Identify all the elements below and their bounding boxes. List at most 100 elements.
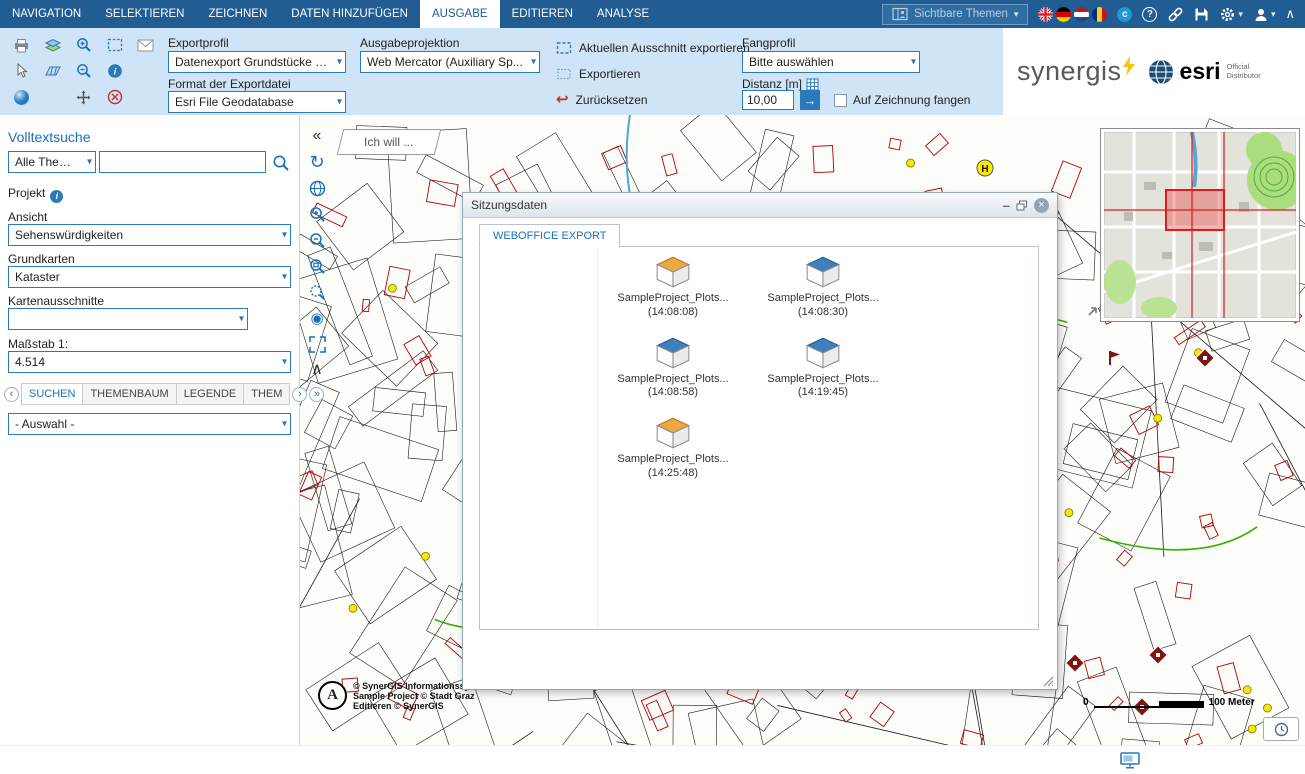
export-extent-button[interactable]: Aktuellen Ausschnitt exportieren	[556, 41, 750, 55]
flag-germany-icon[interactable]	[1056, 7, 1071, 22]
zoom-in-icon[interactable]	[307, 205, 327, 223]
search-icon[interactable]	[272, 154, 290, 172]
time-slider-button[interactable]	[1263, 717, 1299, 741]
help-icon[interactable]: ?	[1142, 7, 1157, 22]
file-name: SampleProject_Plots...	[617, 292, 728, 306]
reset-button[interactable]: ↩ Zurücksetzen	[556, 92, 648, 107]
map-extent-select[interactable]	[8, 308, 248, 330]
map-canvas[interactable]: H « ↻ ◉ ∧ Ich will ...	[300, 115, 1305, 745]
export-format-label: Format der Exportdatei	[168, 77, 291, 91]
projection-select[interactable]: Web Mercator (Auxiliary Sp...	[360, 51, 540, 73]
main-menu: NAVIGATION SELEKTIEREN ZEICHNEN DATEN HI…	[0, 0, 661, 28]
zoom-in-button[interactable]	[72, 34, 96, 56]
scale-track	[1094, 701, 1204, 708]
empty-slot	[134, 60, 158, 82]
resize-handle[interactable]	[1043, 676, 1054, 687]
flag-uk-icon[interactable]	[1038, 7, 1053, 22]
snap-drawing-label: Auf Zeichnung fangen	[853, 93, 970, 107]
esri-globe-icon	[1148, 59, 1174, 85]
print-button[interactable]	[10, 34, 34, 56]
dialog-title: Sitzungsdaten	[471, 198, 547, 212]
tabs-prev-button[interactable]: ‹	[4, 387, 19, 402]
collapse-ribbon-icon[interactable]: ∧	[1285, 6, 1295, 22]
link-icon[interactable]	[1167, 6, 1184, 23]
flag-netherlands-icon[interactable]	[1074, 7, 1089, 22]
menu-item[interactable]: NAVIGATION	[0, 0, 93, 28]
menu-item-label: AUSGABE	[432, 8, 488, 20]
view-select[interactable]: Sehenswürdigkeiten	[8, 224, 291, 246]
flag-romania-icon[interactable]	[1092, 7, 1107, 22]
sidebar-tab[interactable]: THEM	[243, 383, 290, 405]
tab-weboffice-export[interactable]: WEBOFFICE EXPORT	[479, 224, 620, 248]
overview-toggle-icon[interactable]	[1087, 305, 1099, 317]
restore-button[interactable]	[1016, 200, 1028, 211]
zoom-out-icon[interactable]	[307, 231, 327, 249]
gear-icon[interactable]: ▾	[1219, 6, 1243, 23]
close-button[interactable]: ×	[1034, 198, 1049, 213]
map-export-button[interactable]	[41, 60, 65, 82]
globe-3d-button[interactable]	[10, 86, 34, 108]
zoom-window-icon[interactable]	[307, 257, 327, 275]
export-file-item[interactable]: SampleProject_Plots... (14:19:45)	[748, 336, 898, 401]
sidebar-tab[interactable]: SUCHEN	[21, 383, 83, 405]
full-extent-icon[interactable]	[307, 335, 327, 353]
menu-item[interactable]: ANALYSE	[585, 0, 661, 28]
overview-map[interactable]	[1100, 128, 1300, 322]
snap-profile-select[interactable]: Bitte auswählen	[742, 51, 920, 73]
send-mail-button[interactable]	[134, 34, 158, 56]
menu-item[interactable]: SELEKTIEREN	[93, 0, 196, 28]
scale-select[interactable]: 4.514	[8, 351, 291, 373]
zoom-previous-icon[interactable]	[307, 283, 327, 301]
refresh-icon[interactable]: ↻	[307, 153, 327, 171]
search-theme-select[interactable]: Alle Themen	[8, 151, 96, 173]
search-input[interactable]	[99, 151, 266, 173]
sidebar-tab[interactable]: LEGENDE	[176, 383, 245, 405]
export-file-item[interactable]: SampleProject_Plots... (14:08:58)	[598, 336, 748, 401]
center-map-icon[interactable]: ◉	[307, 309, 327, 327]
globe-icon[interactable]	[307, 179, 327, 197]
pointer-select-button[interactable]	[10, 60, 34, 82]
export-button[interactable]: Exportieren	[556, 67, 640, 81]
menu-item[interactable]: EDITIEREN	[500, 0, 585, 28]
export-profile-select[interactable]: Datenexport Grundstücke (...	[168, 51, 346, 73]
export-file-item[interactable]: SampleProject_Plots... (14:08:30)	[748, 255, 898, 320]
info-button[interactable]: i	[103, 60, 127, 82]
menu-item[interactable]: DATEN HINZUFÜGEN	[279, 0, 420, 28]
copyright-icon[interactable]: c	[1117, 7, 1132, 22]
menu-item[interactable]: ZEICHNEN	[196, 0, 279, 28]
snap-drawing-checkbox[interactable]	[834, 94, 847, 107]
ich-will-box[interactable]: Ich will ...	[337, 129, 441, 155]
dialog-titlebar[interactable]: Sitzungsdaten – ×	[463, 193, 1057, 218]
apply-distance-button[interactable]: →	[800, 90, 820, 110]
minimize-button[interactable]: –	[1003, 198, 1010, 213]
sidebar-tab[interactable]: THEMENBAUM	[82, 383, 176, 405]
menu-item[interactable]: AUSGABE	[420, 0, 500, 28]
svg-text:H: H	[981, 164, 988, 175]
save-icon[interactable]	[1194, 7, 1209, 22]
zoom-out-button[interactable]	[72, 60, 96, 82]
ribbon-tool-grid: i	[6, 32, 161, 110]
export-file-item[interactable]: SampleProject_Plots... (14:08:08)	[598, 255, 748, 320]
selection-select[interactable]: - Auswahl -	[8, 413, 291, 435]
view-label: Ansicht	[8, 210, 47, 224]
map-toolbar: « ↻ ◉ ∧	[307, 127, 327, 379]
visible-themes-button[interactable]: Sichtbare Themen ▾	[882, 4, 1028, 25]
info-icon[interactable]: i	[50, 190, 63, 203]
pan-button[interactable]	[72, 86, 96, 108]
export-file-item[interactable]: SampleProject_Plots... (14:25:48)	[598, 416, 748, 481]
sidebar-collapse-icon[interactable]: «	[307, 127, 327, 145]
screen-share-icon[interactable]	[1120, 752, 1140, 769]
export-profile-label: Exportprofil	[168, 36, 229, 50]
map-layers-button[interactable]	[41, 34, 65, 56]
snap-profile-label: Fangprofil	[742, 36, 795, 50]
menu-item-label: DATEN HINZUFÜGEN	[291, 8, 408, 20]
distance-input[interactable]	[742, 90, 794, 110]
select-rectangle-button[interactable]	[103, 34, 127, 56]
user-icon[interactable]: ▾	[1253, 7, 1276, 22]
export-format-select[interactable]: Esri File Geodatabase	[168, 91, 346, 113]
basemap-select[interactable]: Kataster	[8, 266, 291, 288]
tabs-next-button[interactable]: ›	[292, 387, 307, 402]
tabs-more-button[interactable]: »	[309, 387, 324, 402]
delete-selection-button[interactable]	[103, 86, 127, 108]
scroll-up-icon[interactable]: ∧	[307, 361, 327, 379]
